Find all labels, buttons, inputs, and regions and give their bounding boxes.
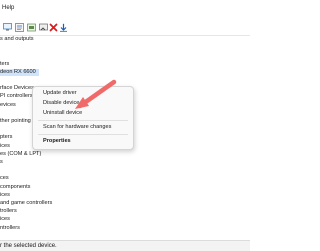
status-bar: r the selected device.: [0, 240, 250, 251]
annotation-arrow-icon: [75, 79, 117, 109]
status-text: r the selected device.: [0, 243, 57, 249]
